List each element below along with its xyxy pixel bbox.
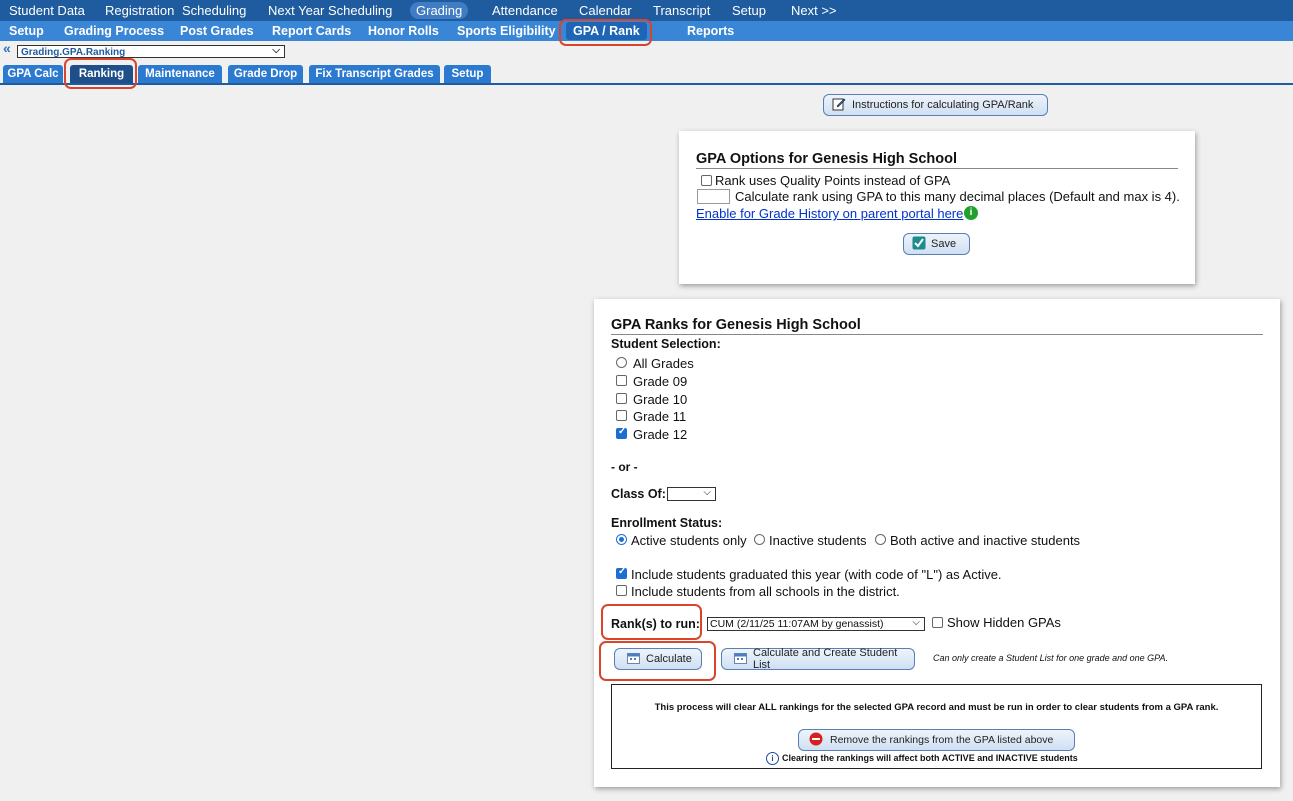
class-of-select[interactable]: ⌵	[667, 487, 716, 501]
chevron-down-icon: ⌵	[272, 45, 280, 56]
subnav-post-grades[interactable]: Post Grades	[180, 24, 254, 38]
highlight-ranks-to-run	[601, 604, 702, 640]
inactive-radio[interactable]	[754, 534, 765, 545]
grade-12-checkbox[interactable]	[616, 426, 627, 439]
instructions-label: Instructions for calculating GPA/Rank	[852, 99, 1034, 111]
info-icon: i	[766, 752, 779, 765]
divider	[696, 168, 1178, 169]
checkmark-icon	[912, 236, 926, 253]
gpa-options-title: GPA Options for Genesis High School	[696, 151, 958, 167]
include-graduated-label: Include students graduated this year (wi…	[631, 567, 1002, 582]
subnav-sports-eligibility[interactable]: Sports Eligibility	[457, 24, 556, 38]
tab-fix-transcript-grades[interactable]: Fix Transcript Grades	[309, 65, 440, 83]
grade-10-label: Grade 10	[633, 392, 688, 407]
info-icon[interactable]: i	[964, 206, 978, 220]
calendar-icon	[734, 652, 747, 667]
grade-history-link[interactable]: Enable for Grade History on parent porta…	[696, 206, 963, 221]
instructions-button[interactable]: Instructions for calculating GPA/Rank	[823, 94, 1048, 116]
grade-12-label: Grade 12	[633, 427, 688, 442]
remove-rankings-label: Remove the rankings from the GPA listed …	[830, 734, 1054, 746]
both-radio[interactable]	[875, 534, 886, 545]
clear-note: Clearing the rankings will affect both A…	[782, 753, 1078, 763]
save-label: Save	[931, 238, 957, 250]
page-select[interactable]: Grading.GPA.Ranking ⌵	[17, 45, 285, 58]
clear-warning: This process will clear ALL rankings for…	[654, 702, 1219, 713]
or-label: - or -	[611, 460, 638, 474]
ranks-to-run-value: CUM (2/11/25 11:07AM by genassist)	[710, 618, 884, 630]
remove-icon	[809, 732, 823, 749]
tab-maintenance[interactable]: Maintenance	[138, 65, 222, 83]
rank-quality-points-label: Rank uses Quality Points instead of GPA	[715, 173, 951, 188]
top-nav: Student Data Registration Scheduling Nex…	[0, 0, 1293, 21]
tab-bar: GPA Calc Ranking Maintenance Grade Drop …	[0, 63, 1293, 85]
student-selection-label: Student Selection:	[611, 337, 721, 351]
chevron-down-icon: ⌵	[912, 617, 920, 628]
grade-09-checkbox[interactable]	[616, 375, 627, 386]
grade-09-label: Grade 09	[633, 374, 688, 389]
ranks-to-run-select[interactable]: CUM (2/11/25 11:07AM by genassist) ⌵	[707, 617, 925, 631]
enrollment-status-label: Enrollment Status:	[611, 516, 723, 530]
nav-next-year-scheduling[interactable]: Next Year Scheduling	[268, 3, 392, 18]
collapse-arrow-icon[interactable]: «	[3, 40, 11, 56]
grade-11-checkbox[interactable]	[616, 410, 627, 421]
inactive-label: Inactive students	[769, 533, 867, 548]
nav-calendar[interactable]: Calendar	[579, 3, 632, 18]
clear-rankings-box: This process will clear ALL rankings for…	[611, 684, 1262, 769]
highlight-calculate	[599, 641, 716, 681]
chevron-down-icon: ⌵	[703, 487, 711, 498]
calc-note: Can only create a Student List for one g…	[933, 653, 1168, 663]
include-all-schools-checkbox[interactable]	[616, 585, 627, 596]
page-select-value: Grading.GPA.Ranking	[21, 47, 126, 58]
nav-student-data[interactable]: Student Data	[9, 3, 85, 18]
grade-10-checkbox[interactable]	[616, 393, 627, 404]
tab-gpa-calc[interactable]: GPA Calc	[3, 65, 63, 83]
nav-registration[interactable]: Registration	[105, 3, 174, 18]
remove-rankings-button[interactable]: Remove the rankings from the GPA listed …	[798, 729, 1075, 751]
gpa-ranks-panel: GPA Ranks for Genesis High School Studen…	[594, 299, 1280, 787]
subnav-honor-rolls[interactable]: Honor Rolls	[368, 24, 439, 38]
show-hidden-checkbox[interactable]	[932, 617, 943, 628]
subnav-reports[interactable]: Reports	[687, 24, 734, 38]
include-all-schools-label: Include students from all schools in the…	[631, 584, 900, 599]
highlight-ranking-tab	[64, 58, 137, 89]
active-only-radio[interactable]	[616, 534, 627, 545]
subnav-report-cards[interactable]: Report Cards	[272, 24, 351, 38]
rank-quality-points-checkbox[interactable]	[701, 175, 712, 186]
include-graduated-checkbox[interactable]	[616, 566, 627, 579]
save-button[interactable]: Save	[903, 233, 970, 255]
both-label: Both active and inactive students	[890, 533, 1081, 548]
all-grades-label: All Grades	[633, 356, 694, 371]
nav-grading[interactable]: Grading	[410, 2, 469, 19]
highlight-gpa-rank	[559, 19, 652, 46]
show-hidden-label: Show Hidden GPAs	[947, 615, 1061, 630]
active-only-label: Active students only	[631, 533, 747, 548]
subnav-grading-process[interactable]: Grading Process	[64, 24, 164, 38]
nav-transcript[interactable]: Transcript	[653, 3, 710, 18]
nav-scheduling[interactable]: Scheduling	[182, 3, 246, 18]
subnav-setup[interactable]: Setup	[9, 24, 44, 38]
divider	[611, 334, 1263, 335]
gpa-ranks-title: GPA Ranks for Genesis High School	[611, 317, 861, 333]
gpa-options-panel: GPA Options for Genesis High School Rank…	[679, 131, 1195, 284]
decimal-places-input[interactable]	[697, 189, 730, 204]
nav-setup[interactable]: Setup	[732, 3, 766, 18]
tab-setup[interactable]: Setup	[444, 65, 491, 83]
all-grades-radio[interactable]	[616, 357, 627, 368]
nav-attendance[interactable]: Attendance	[492, 3, 558, 18]
edit-icon	[832, 97, 846, 114]
decimal-places-label: Calculate rank using GPA to this many de…	[735, 189, 1180, 204]
calculate-create-list-label: Calculate and Create Student List	[753, 647, 898, 671]
nav-next[interactable]: Next >>	[791, 3, 837, 18]
tab-grade-drop[interactable]: Grade Drop	[228, 65, 303, 83]
class-of-label: Class Of:	[611, 487, 666, 501]
grade-11-label: Grade 11	[633, 409, 687, 424]
calculate-create-list-button[interactable]: Calculate and Create Student List	[721, 647, 915, 671]
